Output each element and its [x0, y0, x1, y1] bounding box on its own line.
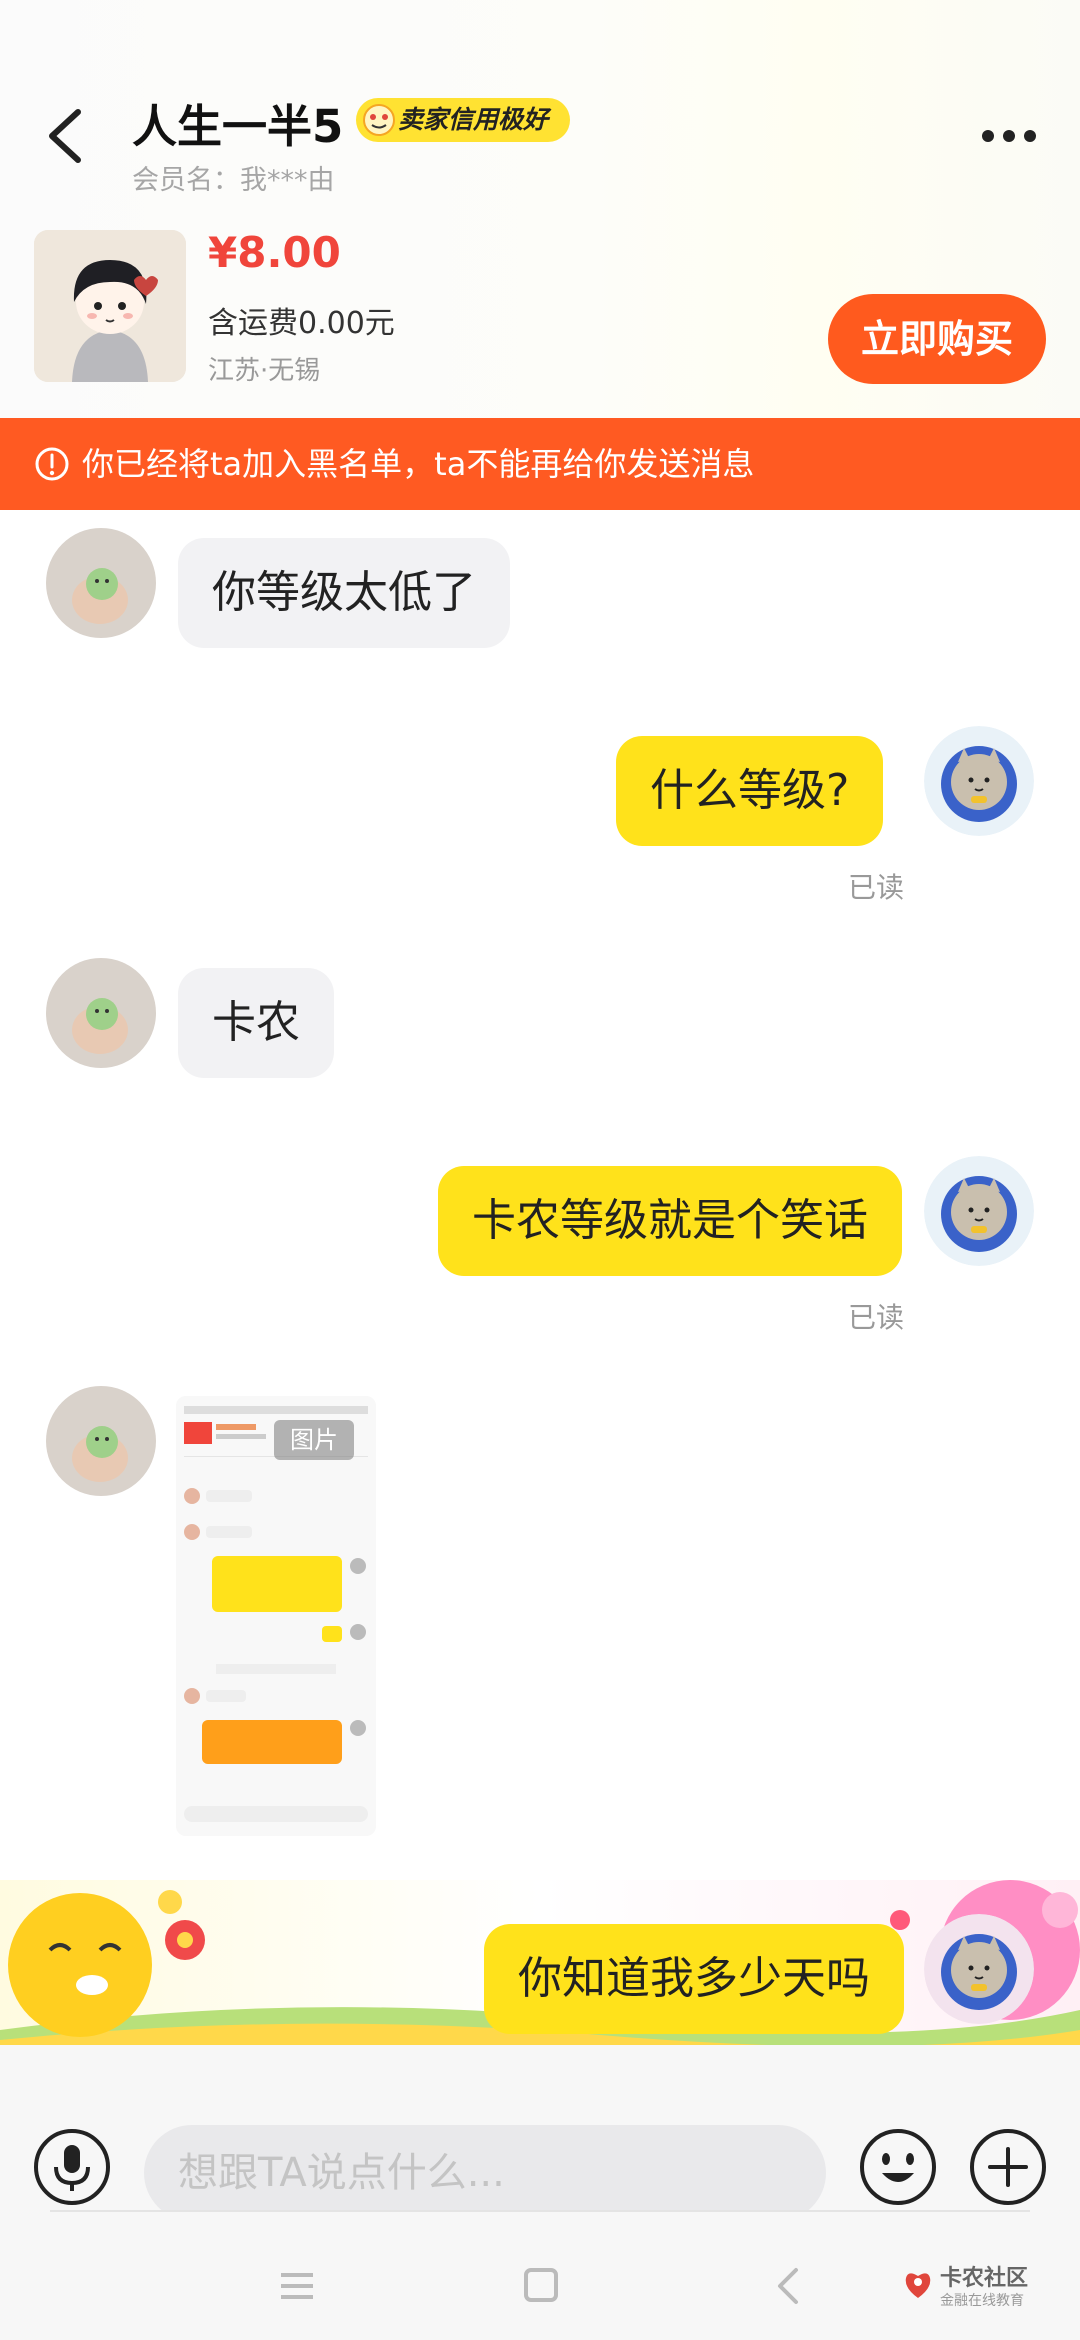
- read-status: 已读: [848, 1301, 905, 1334]
- nav-menu-button[interactable]: [278, 2270, 316, 2302]
- kanong-logo-icon: [905, 2273, 931, 2298]
- product-location: 江苏·无锡: [208, 356, 321, 386]
- my-avatar[interactable]: [924, 726, 1034, 836]
- menu-lines-icon: [281, 2273, 313, 2299]
- back-arrow-icon: [778, 2268, 798, 2304]
- emoji-button[interactable]: [858, 2127, 938, 2207]
- cat-astronaut-avatar-image: [924, 726, 1034, 836]
- my-avatar[interactable]: [924, 1914, 1034, 2024]
- member-name: 我***由: [240, 165, 335, 196]
- message-bubble-right[interactable]: 你知道我多少天吗: [484, 1924, 904, 2034]
- member-line: 会员名：我***由: [132, 158, 335, 197]
- seller-avatar[interactable]: [46, 958, 156, 1068]
- message-input[interactable]: [144, 2125, 826, 2221]
- blacklist-notice-text: 你已经将ta加入黑名单，ta不能再给你发送消息: [82, 445, 755, 483]
- warning-circle-icon: [35, 447, 69, 481]
- nav-back-button[interactable]: [772, 2266, 802, 2306]
- chat-header: 人生一半5 卖家信用极好 会员名：我***由 ¥8.00 含运费0.00元 江苏…: [0, 0, 1080, 418]
- watermark-subtitle: 金融在线教育: [940, 2293, 1024, 2309]
- voice-input-button[interactable]: [32, 2127, 112, 2207]
- image-tag: 图片: [274, 1420, 354, 1460]
- watermark-title: 卡农社区: [940, 2266, 1029, 2291]
- back-button[interactable]: [40, 104, 90, 168]
- more-dots-icon: [982, 130, 1036, 142]
- cat-astronaut-avatar-image: [924, 1914, 1034, 2024]
- divider: [50, 2210, 1030, 2212]
- nav-home-button[interactable]: [522, 2266, 560, 2304]
- smile-badge-icon: [363, 104, 395, 136]
- message-bubble-right[interactable]: 卡农等级就是个笑话: [438, 1166, 902, 1276]
- product-price: ¥8.00: [208, 228, 341, 277]
- credit-badge: 卖家信用极好: [356, 98, 570, 142]
- message-bubble-right[interactable]: 什么等级?: [616, 736, 884, 846]
- shipping-fee: 含运费0.00元: [208, 306, 395, 341]
- seller-avatar[interactable]: [46, 1386, 156, 1496]
- buy-now-button[interactable]: 立即购买: [828, 294, 1046, 384]
- product-thumbnail[interactable]: [34, 230, 186, 382]
- read-status: 已读: [848, 871, 905, 904]
- more-actions-button[interactable]: [968, 2127, 1048, 2207]
- system-nav-bar: 卡农社区 金融在线教育: [0, 2210, 1080, 2340]
- image-message[interactable]: 图片: [176, 1396, 376, 1836]
- chevron-left-icon: [49, 109, 81, 163]
- microphone-icon: [34, 2129, 110, 2205]
- credit-badge-text: 卖家信用极好: [398, 105, 549, 134]
- chat-screenshot-image: [176, 1396, 376, 1836]
- member-label: 会员名：: [132, 165, 240, 196]
- cat-astronaut-avatar-image: [924, 1156, 1034, 1266]
- seller-avatar-image: [46, 1386, 156, 1496]
- seller-avatar-image: [46, 958, 156, 1068]
- seller-name[interactable]: 人生一半5: [132, 90, 343, 155]
- plus-icon: [970, 2129, 1046, 2205]
- more-button[interactable]: [978, 118, 1040, 154]
- square-icon: [524, 2268, 558, 2302]
- site-watermark: 卡农社区 金融在线教育: [900, 2260, 1050, 2320]
- seller-avatar[interactable]: [46, 528, 156, 638]
- seller-avatar-image: [46, 528, 156, 638]
- blacklist-notice: 你已经将ta加入黑名单，ta不能再给你发送消息: [0, 418, 1080, 510]
- message-bubble-left[interactable]: 卡农: [178, 968, 334, 1078]
- my-avatar[interactable]: [924, 1156, 1034, 1266]
- smiley-icon: [860, 2129, 936, 2205]
- message-bubble-left[interactable]: 你等级太低了: [178, 538, 510, 648]
- cartoon-boy-image: [34, 230, 186, 382]
